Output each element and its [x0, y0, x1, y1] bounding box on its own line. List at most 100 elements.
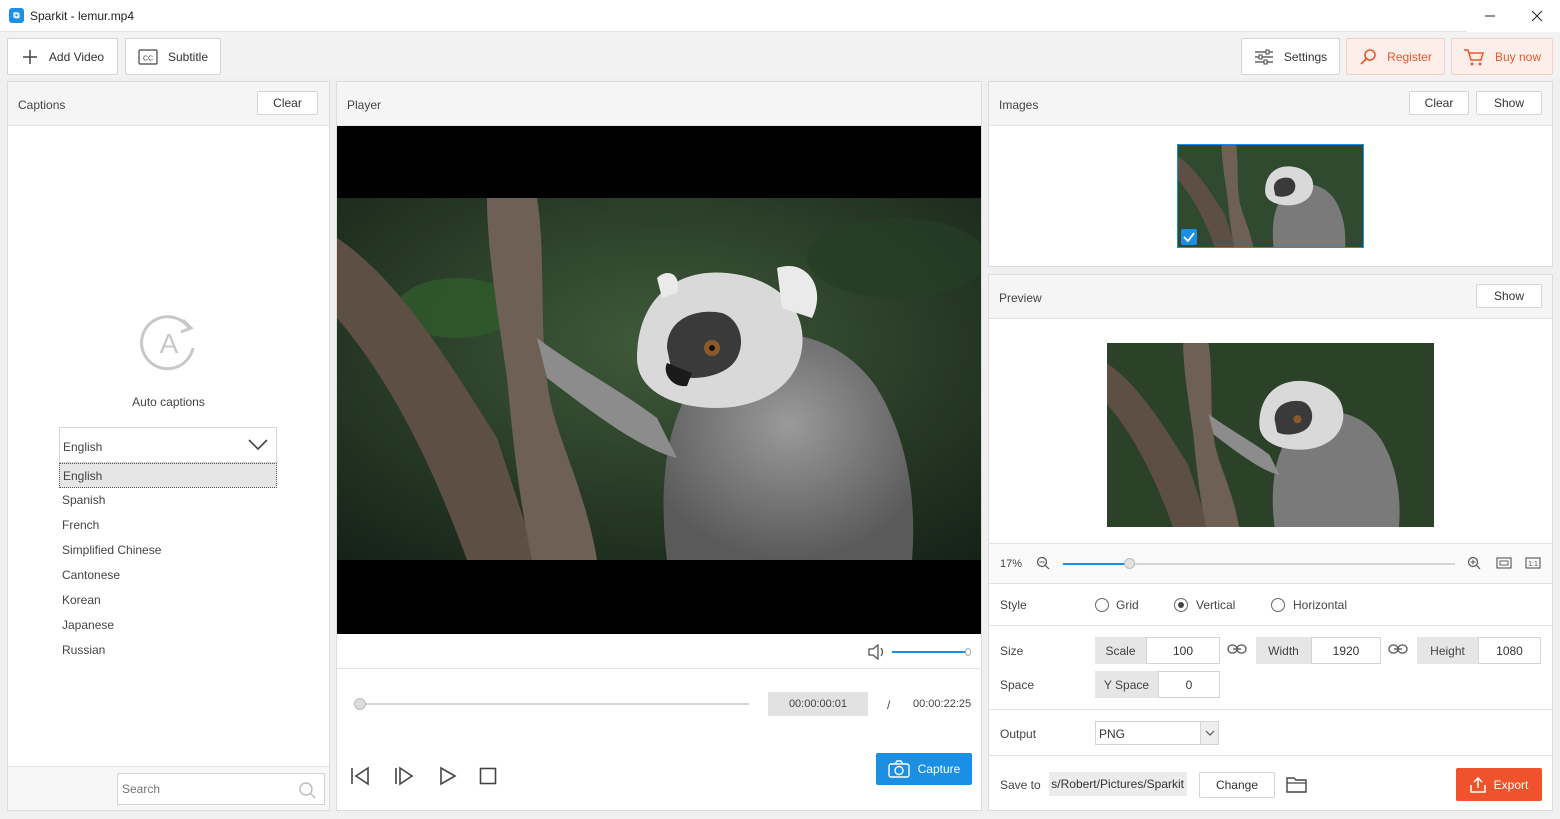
images-title: Images	[999, 98, 1039, 112]
preview-panel: Preview Show 17% 1:1 Style Grid Vertical…	[988, 274, 1553, 811]
height-label: Height	[1417, 637, 1478, 664]
chevron-down-icon	[248, 439, 268, 451]
window-title: Sparkit - lemur.mp4	[30, 9, 135, 23]
volume-thumb[interactable]	[965, 648, 971, 656]
save-path-field[interactable]: s/Robert/Pictures/Sparkit	[1049, 772, 1187, 796]
images-show-button[interactable]: Show	[1476, 91, 1542, 115]
preview-lemur-image	[1107, 343, 1434, 527]
actual-size-icon[interactable]: 1:1	[1525, 556, 1541, 570]
export-icon	[1469, 776, 1486, 793]
zoom-slider[interactable]	[1063, 558, 1455, 569]
video-view[interactable]	[337, 126, 981, 634]
change-button[interactable]: Change	[1199, 772, 1275, 798]
preview-image	[1107, 343, 1434, 527]
style-vertical-label[interactable]: Vertical	[1196, 598, 1235, 612]
zoom-out-icon[interactable]	[1036, 556, 1050, 570]
next-frame-icon[interactable]	[393, 766, 415, 786]
images-panel: Images Clear Show	[988, 81, 1553, 267]
captions-title: Captions	[18, 98, 66, 112]
language-option[interactable]: Cantonese	[59, 563, 277, 588]
register-label: Register	[1387, 49, 1432, 64]
scale-input[interactable]: 100	[1146, 637, 1220, 664]
language-list: English Spanish French Simplified Chines…	[59, 463, 277, 663]
search-input[interactable]	[122, 780, 292, 798]
language-option[interactable]: French	[59, 513, 277, 538]
fit-screen-icon[interactable]	[1496, 556, 1512, 570]
yspace-input[interactable]: 0	[1158, 671, 1220, 698]
language-select-value: English	[63, 440, 103, 454]
space-label: Space	[1000, 678, 1035, 692]
language-option[interactable]: English	[59, 463, 277, 488]
output-select[interactable]: PNG	[1095, 721, 1219, 745]
link-icon[interactable]	[1388, 642, 1408, 656]
player-divider	[337, 668, 981, 669]
image-thumbnail[interactable]	[1177, 144, 1364, 248]
cc-icon: CC	[138, 48, 158, 65]
captions-header: Captions Clear	[8, 82, 329, 126]
search-field[interactable]	[117, 773, 325, 805]
folder-icon[interactable]	[1286, 774, 1308, 794]
subtitle-label: Subtitle	[167, 49, 209, 64]
buy-now-button[interactable]: Buy now	[1451, 38, 1553, 75]
volume-icon[interactable]	[867, 644, 887, 660]
volume-slider[interactable]	[892, 648, 971, 656]
settings-sliders-icon	[1254, 49, 1273, 64]
style-vertical-radio[interactable]	[1174, 598, 1188, 612]
width-input[interactable]: 1920	[1311, 637, 1381, 664]
output-select-arrow[interactable]	[1200, 722, 1218, 744]
captions-clear-button[interactable]: Clear	[257, 91, 318, 115]
style-grid-label[interactable]: Grid	[1116, 598, 1139, 612]
play-icon[interactable]	[437, 766, 459, 786]
minimize-button[interactable]	[1467, 0, 1513, 32]
seek-thumb[interactable]	[354, 698, 366, 710]
style-horizontal-label[interactable]: Horizontal	[1293, 598, 1347, 612]
language-option[interactable]: Korean	[59, 588, 277, 613]
zoom-thumb[interactable]	[1124, 558, 1135, 569]
language-option[interactable]: Russian	[59, 638, 277, 663]
auto-captions-icon: A	[140, 315, 195, 371]
style-grid-radio[interactable]	[1095, 598, 1109, 612]
save-to-label: Save to	[1000, 778, 1041, 792]
volume-fill	[892, 651, 968, 653]
images-header: Images Clear Show	[989, 82, 1552, 126]
svg-text:1:1: 1:1	[1528, 561, 1538, 568]
stop-icon[interactable]	[479, 767, 497, 785]
style-horizontal-radio[interactable]	[1271, 598, 1285, 612]
capture-button[interactable]: Capture	[876, 753, 972, 785]
height-input[interactable]: 1080	[1478, 637, 1541, 664]
export-button[interactable]: Export	[1456, 768, 1542, 801]
width-label: Width	[1256, 637, 1311, 664]
style-label: Style	[1000, 598, 1027, 612]
images-clear-button[interactable]: Clear	[1409, 91, 1469, 115]
add-video-label: Add Video	[48, 49, 105, 64]
preview-header: Preview Show	[989, 275, 1552, 319]
language-option[interactable]: Spanish	[59, 488, 277, 513]
seek-bar[interactable]	[354, 698, 749, 710]
plus-icon	[22, 49, 37, 64]
prev-frame-icon[interactable]	[349, 766, 371, 786]
language-option[interactable]: Simplified Chinese	[59, 538, 277, 563]
language-option[interactable]: Japanese	[59, 613, 277, 638]
zoom-in-icon[interactable]	[1467, 556, 1481, 570]
close-button[interactable]	[1514, 0, 1560, 32]
preview-show-button[interactable]: Show	[1476, 284, 1542, 308]
settings-label: Settings	[1283, 49, 1328, 64]
yspace-label: Y Space	[1095, 671, 1158, 698]
settings-button[interactable]: Settings	[1241, 38, 1340, 75]
time-separator: /	[887, 698, 891, 712]
player-header: Player	[337, 82, 981, 126]
camera-icon	[887, 760, 910, 778]
thumbnail-lemur-image	[1178, 145, 1363, 247]
add-video-button[interactable]: Add Video	[7, 38, 118, 75]
current-time-field[interactable]: 00:00:00:01	[768, 692, 868, 716]
output-select-value: PNG	[1099, 727, 1126, 741]
subtitle-button[interactable]: CC Subtitle	[125, 38, 221, 75]
search-icon	[299, 782, 316, 799]
link-icon[interactable]	[1227, 642, 1247, 656]
language-select[interactable]: English	[59, 427, 277, 463]
minimize-icon	[1485, 15, 1495, 17]
title-bar: ⧉ Sparkit - lemur.mp4	[0, 0, 1560, 32]
register-button[interactable]: Register	[1346, 38, 1445, 75]
space-divider	[989, 709, 1552, 710]
thumbnail-checkbox[interactable]	[1181, 229, 1197, 245]
